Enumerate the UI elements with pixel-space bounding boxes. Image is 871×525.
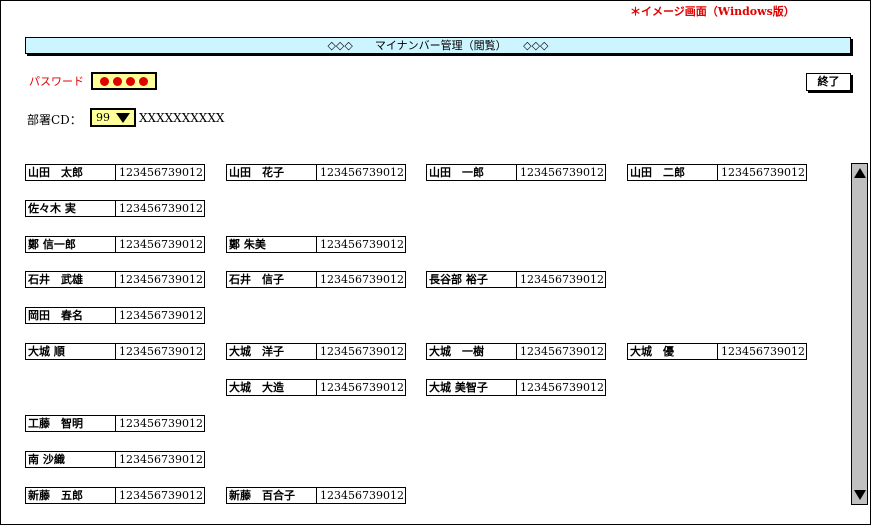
employee-cell[interactable]: 山田 太郎 123456739012 <box>25 164 205 181</box>
employee-cell[interactable]: 岡田 春名 123456739012 <box>25 307 205 324</box>
password-dot <box>113 76 122 86</box>
scroll-down-icon[interactable] <box>854 490 866 500</box>
employee-cell[interactable]: 大城 美智子 123456739012 <box>426 379 606 396</box>
department-name: XXXXXXXXXX <box>139 111 225 125</box>
employee-cell[interactable]: 佐々木 実 123456739012 <box>25 200 205 217</box>
employee-number: 123456739012 <box>119 238 203 251</box>
employee-name: 工藤 智明 <box>26 416 116 431</box>
password-label: パスワード <box>29 75 84 88</box>
employee-cell[interactable]: 長谷部 裕子 123456739012 <box>426 271 606 288</box>
password-dot <box>100 76 109 86</box>
end-button[interactable]: 終了 <box>806 73 851 91</box>
employee-cell[interactable]: 鄭 信一郎 123456739012 <box>25 236 205 253</box>
employee-number: 123456739012 <box>320 345 404 358</box>
employee-name: 大城 順 <box>26 344 116 359</box>
employee-name: 石井 信子 <box>227 272 317 287</box>
department-select[interactable]: 99 <box>90 108 136 127</box>
employee-name: 大城 優 <box>628 344 718 359</box>
employee-number: 123456739012 <box>520 381 604 394</box>
employee-number: 123456739012 <box>721 166 805 179</box>
employee-name: 山田 二郎 <box>628 165 718 180</box>
employee-cell[interactable]: 山田 花子 123456739012 <box>226 164 406 181</box>
employee-number: 123456739012 <box>119 202 203 215</box>
employee-cell[interactable]: 新藤 百合子 123456739012 <box>226 487 406 504</box>
employee-name: 大城 洋子 <box>227 344 317 359</box>
employee-number: 123456739012 <box>119 166 203 179</box>
employee-name: 鄭 信一郎 <box>26 237 116 252</box>
employee-number: 123456739012 <box>320 273 404 286</box>
employee-name: 鄭 朱美 <box>227 237 317 252</box>
employee-cell[interactable]: 大城 大造 123456739012 <box>226 379 406 396</box>
employee-name: 岡田 春名 <box>26 308 116 323</box>
employee-number: 123456739012 <box>320 166 404 179</box>
employee-cell[interactable]: 石井 信子 123456739012 <box>226 271 406 288</box>
employee-name: 南 沙織 <box>26 452 116 467</box>
employee-cell[interactable]: 大城 洋子 123456739012 <box>226 343 406 360</box>
employee-number: 123456739012 <box>119 309 203 322</box>
employee-name: 佐々木 実 <box>26 201 116 216</box>
employee-name: 山田 太郎 <box>26 165 116 180</box>
employee-cell[interactable]: 新藤 五郎 123456739012 <box>25 487 205 504</box>
employee-number: 123456739012 <box>320 238 404 251</box>
employee-name: 長谷部 裕子 <box>427 272 517 287</box>
employee-cell[interactable]: 工藤 智明 123456739012 <box>25 415 205 432</box>
employee-number: 123456739012 <box>721 345 805 358</box>
password-dot <box>139 76 148 86</box>
employee-number: 123456739012 <box>520 345 604 358</box>
department-label: 部署CD： <box>27 113 82 127</box>
employee-number: 123456739012 <box>119 453 203 466</box>
employee-number: 123456739012 <box>119 417 203 430</box>
employee-number: 123456739012 <box>119 345 203 358</box>
employee-cell[interactable]: 大城 順 123456739012 <box>25 343 205 360</box>
employee-cell[interactable]: 山田 一郎 123456739012 <box>426 164 606 181</box>
employee-number: 123456739012 <box>119 489 203 502</box>
employee-number: 123456739012 <box>119 273 203 286</box>
scroll-up-icon[interactable] <box>854 168 866 178</box>
employee-number: 123456739012 <box>520 166 604 179</box>
employee-cell[interactable]: 山田 二郎 123456739012 <box>627 164 807 181</box>
department-code: 99 <box>96 111 110 124</box>
employee-name: 大城 大造 <box>227 380 317 395</box>
employee-name: 新藤 五郎 <box>26 488 116 503</box>
employee-cell[interactable]: 大城 優 123456739012 <box>627 343 807 360</box>
employee-name: 山田 花子 <box>227 165 317 180</box>
page-title: ◇◇◇ マイナンバー管理（閲覧） ◇◇◇ <box>25 37 851 54</box>
employee-name: 大城 美智子 <box>427 380 517 395</box>
employee-name: 新藤 百合子 <box>227 488 317 503</box>
employee-name: 大城 一樹 <box>427 344 517 359</box>
dropdown-arrow-icon <box>116 113 130 123</box>
employee-name: 山田 一郎 <box>427 165 517 180</box>
employee-cell[interactable]: 石井 武雄 123456739012 <box>25 271 205 288</box>
password-dot <box>126 76 135 86</box>
password-field[interactable] <box>91 72 157 90</box>
employee-cell[interactable]: 南 沙織 123456739012 <box>25 451 205 468</box>
employee-cell[interactable]: 大城 一樹 123456739012 <box>426 343 606 360</box>
vertical-scrollbar[interactable] <box>851 163 868 505</box>
employee-number: 123456739012 <box>320 489 404 502</box>
employee-number: 123456739012 <box>320 381 404 394</box>
employee-number: 123456739012 <box>520 273 604 286</box>
employee-cell[interactable]: 鄭 朱美 123456739012 <box>226 236 406 253</box>
employee-name: 石井 武雄 <box>26 272 116 287</box>
image-note: ＊イメージ画面（Windows版） <box>630 5 795 18</box>
